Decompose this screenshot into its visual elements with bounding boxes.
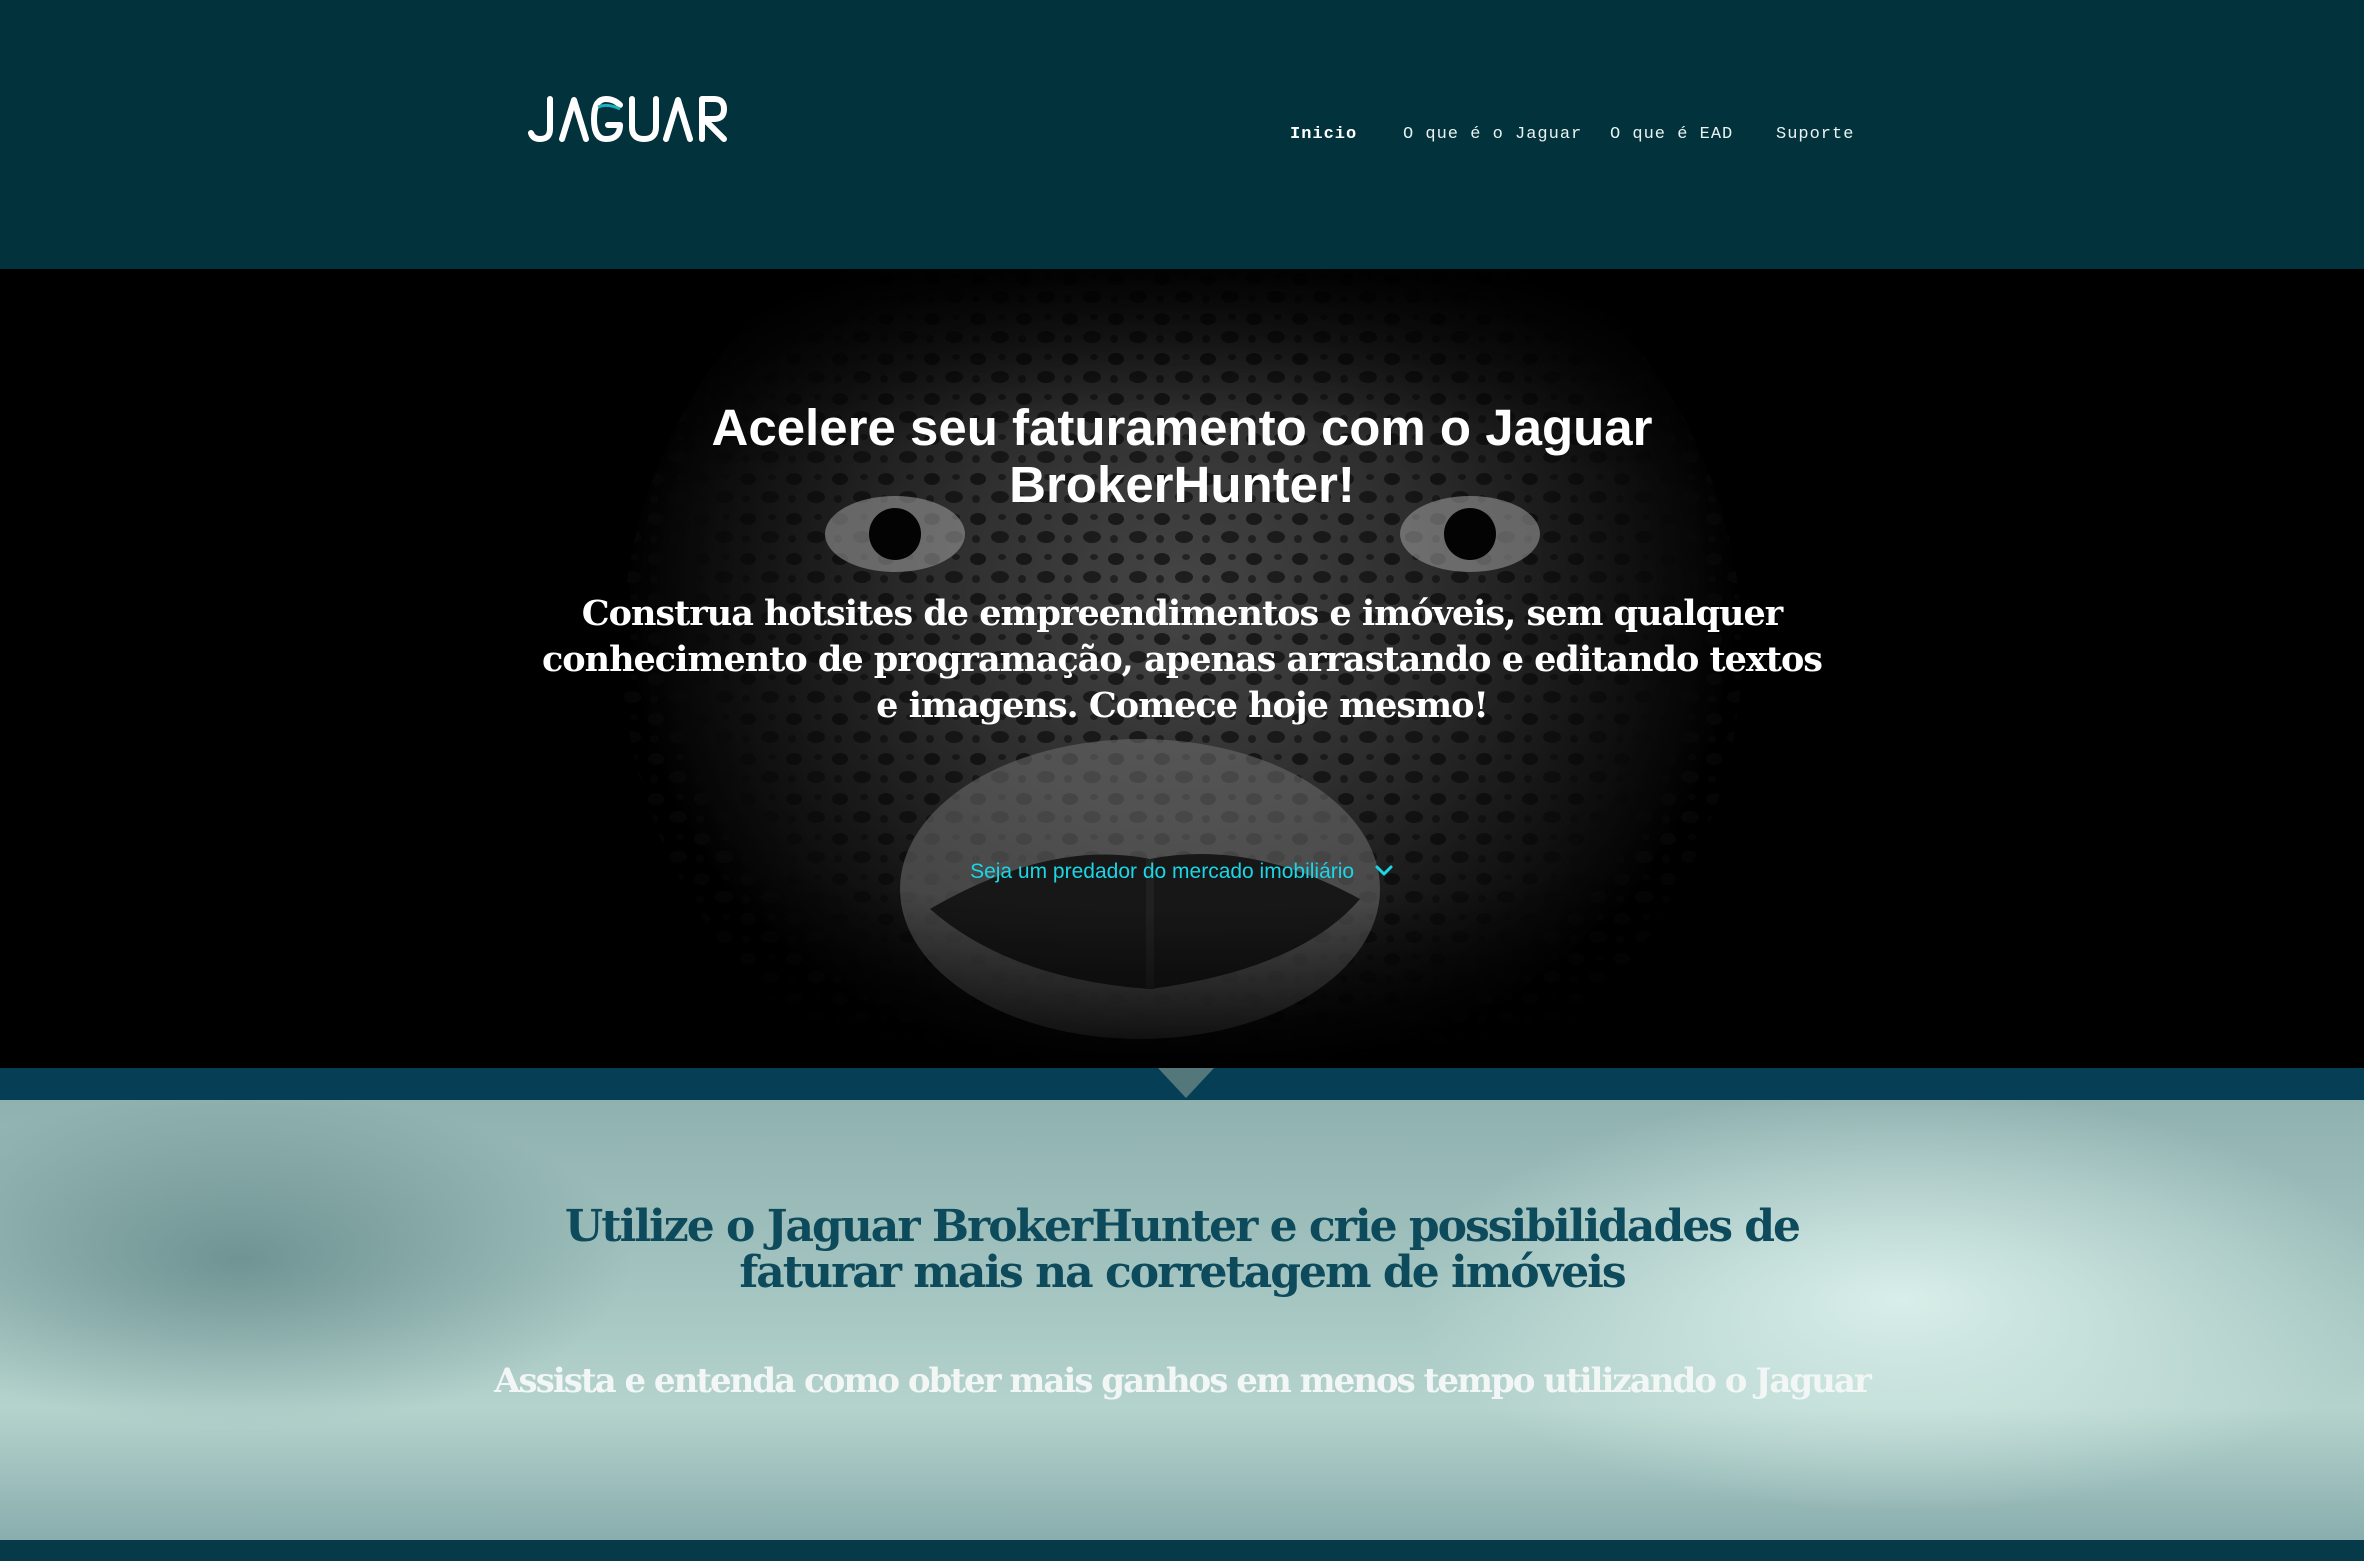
- jaguar-logo-mark: [528, 93, 727, 145]
- video-intro-section: Utilize o Jaguar BrokerHunter e crie pos…: [0, 1100, 2364, 1540]
- nav-item-o-que-e-o-jaguar[interactable]: O que é o Jaguar: [1403, 120, 1582, 150]
- section-subtitle: Assista e entenda como obter mais ganhos…: [494, 1361, 1872, 1401]
- hero-title: Acelere seu faturamento com o Jaguar Bro…: [582, 399, 1782, 513]
- hero-subtitle: Construa hotsites de empreendimentos e i…: [541, 593, 1823, 726]
- nav-item-inicio[interactable]: Inicio: [1290, 120, 1357, 150]
- hero-title-line-2: BrokerHunter!: [1009, 456, 1355, 513]
- hero-section: Acelere seu faturamento com o Jaguar Bro…: [0, 269, 2364, 1069]
- section-divider-arrow: [1158, 1068, 1214, 1098]
- hero-cta-label: Seja um predador do mercado imobiliário: [970, 860, 1355, 883]
- site-header: Inicio O que é o Jaguar O que é EAD Supo…: [0, 0, 2364, 269]
- hero-title-line-1: Acelere seu faturamento com o Jaguar: [711, 399, 1653, 456]
- section-title: Utilize o Jaguar BrokerHunter e crie pos…: [564, 1201, 1801, 1298]
- main-nav: Inicio O que é o Jaguar O que é EAD Supo…: [1290, 120, 1853, 150]
- jaguar-logo[interactable]: [528, 93, 727, 145]
- nav-item-o-que-e-ead[interactable]: O que é EAD: [1610, 120, 1733, 150]
- chevron-down-icon: [1374, 857, 1394, 887]
- nav-item-suporte[interactable]: Suporte: [1776, 120, 1854, 150]
- bottom-edge-band: [0, 1540, 2364, 1561]
- hero-cta-link[interactable]: Seja um predador do mercado imobiliário: [0, 857, 2364, 887]
